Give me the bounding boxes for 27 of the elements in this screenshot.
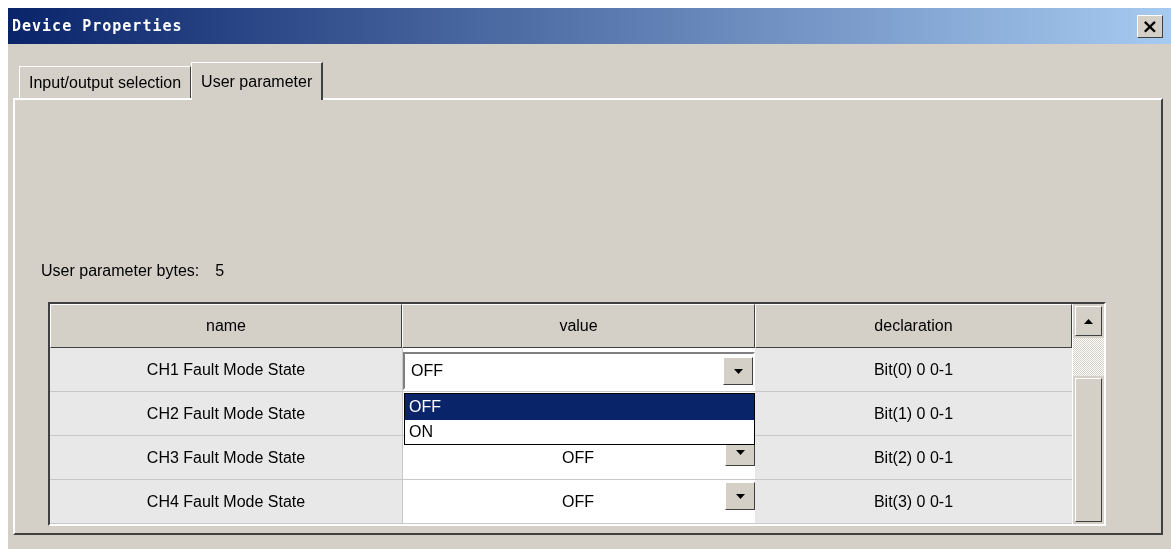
scroll-thumb[interactable] bbox=[1075, 378, 1102, 522]
declaration-cell: Bit(0) 0 0-1 bbox=[755, 348, 1072, 392]
tab[interactable]: Input/output selection bbox=[19, 66, 192, 98]
scroll-up-button[interactable] bbox=[1075, 306, 1102, 336]
down-arrow-icon bbox=[733, 368, 743, 374]
name-cell: CH4 Fault Mode State bbox=[50, 480, 402, 524]
tab[interactable]: User parameter bbox=[191, 62, 324, 100]
window-title: Device Properties bbox=[12, 17, 183, 35]
value-dropdown[interactable]: OFF bbox=[403, 480, 755, 523]
column-header[interactable]: value bbox=[402, 304, 755, 348]
declaration-cell: Bit(1) 0 0-1 bbox=[755, 392, 1072, 436]
down-arrow-icon bbox=[735, 493, 745, 499]
parameter-bytes-value: 5 bbox=[215, 262, 225, 280]
dropdown-option[interactable]: OFF bbox=[405, 394, 754, 420]
close-button[interactable]: × bbox=[1137, 14, 1163, 38]
name-cell: CH3 Fault Mode State bbox=[50, 436, 402, 480]
column-header[interactable]: name bbox=[50, 304, 402, 348]
value-dropdown[interactable]: OFF bbox=[403, 352, 755, 390]
declaration-cell: Bit(3) 0 0-1 bbox=[755, 480, 1072, 524]
declaration-cell: Bit(2) 0 0-1 bbox=[755, 436, 1072, 480]
down-arrow-icon bbox=[735, 449, 745, 455]
name-cell: CH2 Fault Mode State bbox=[50, 392, 402, 436]
parameter-bytes-label: User parameter bytes: bbox=[41, 262, 200, 280]
up-arrow-icon bbox=[1084, 318, 1093, 324]
scrollbar[interactable] bbox=[1072, 304, 1104, 524]
column-header[interactable]: declaration bbox=[755, 304, 1072, 348]
name-cell: CH1 Fault Mode State bbox=[50, 348, 402, 392]
